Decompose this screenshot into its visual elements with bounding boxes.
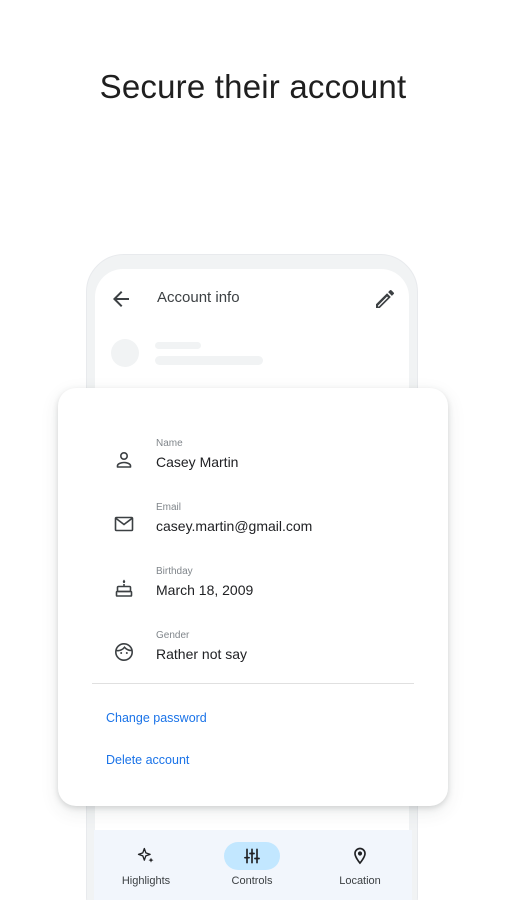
promo-screen: Secure their account Account info Highli… bbox=[0, 0, 506, 900]
field-name[interactable]: Name Casey Martin bbox=[58, 438, 448, 488]
text-placeholder bbox=[155, 342, 201, 349]
nav-item-location[interactable]: Location bbox=[310, 830, 410, 900]
field-value: Casey Martin bbox=[156, 454, 239, 470]
field-label: Email bbox=[156, 502, 182, 513]
person-icon bbox=[116, 452, 132, 468]
nav-label: Highlights bbox=[121, 875, 171, 887]
avatar-placeholder bbox=[111, 339, 139, 367]
field-value: casey.martin@gmail.com bbox=[156, 518, 313, 534]
change-password-link[interactable]: Change password bbox=[106, 711, 207, 725]
arrow-back-icon[interactable] bbox=[109, 287, 133, 311]
tune-icon bbox=[244, 848, 260, 864]
sparkle-icon bbox=[137, 847, 154, 863]
field-label: Name bbox=[156, 438, 183, 449]
field-value: Rather not say bbox=[156, 646, 248, 662]
bottom-navigation: Highlights Controls Location bbox=[94, 830, 412, 900]
field-label: Birthday bbox=[156, 566, 193, 577]
cake-icon bbox=[115, 579, 133, 597]
field-value: March 18, 2009 bbox=[156, 582, 254, 598]
location-pin-icon bbox=[354, 847, 366, 865]
nav-item-highlights[interactable]: Highlights bbox=[96, 830, 196, 900]
text-placeholder bbox=[155, 356, 263, 365]
page-title: Account info bbox=[157, 289, 240, 306]
face-icon bbox=[115, 643, 133, 661]
app-bar: Account info bbox=[95, 279, 409, 319]
nav-item-controls[interactable]: Controls bbox=[202, 830, 302, 900]
divider bbox=[92, 683, 414, 684]
nav-label: Controls bbox=[231, 875, 273, 887]
nav-label: Location bbox=[339, 875, 381, 887]
account-info-card: Name Casey Martin Email casey.martin@gma… bbox=[58, 388, 448, 806]
field-gender[interactable]: Gender Rather not say bbox=[58, 630, 448, 680]
pencil-icon[interactable] bbox=[373, 287, 397, 311]
mail-icon bbox=[114, 516, 134, 532]
field-email[interactable]: Email casey.martin@gmail.com bbox=[58, 502, 448, 552]
delete-account-link[interactable]: Delete account bbox=[106, 753, 189, 767]
field-birthday[interactable]: Birthday March 18, 2009 bbox=[58, 566, 448, 616]
field-label: Gender bbox=[156, 630, 190, 641]
headline: Secure their account bbox=[99, 68, 407, 105]
